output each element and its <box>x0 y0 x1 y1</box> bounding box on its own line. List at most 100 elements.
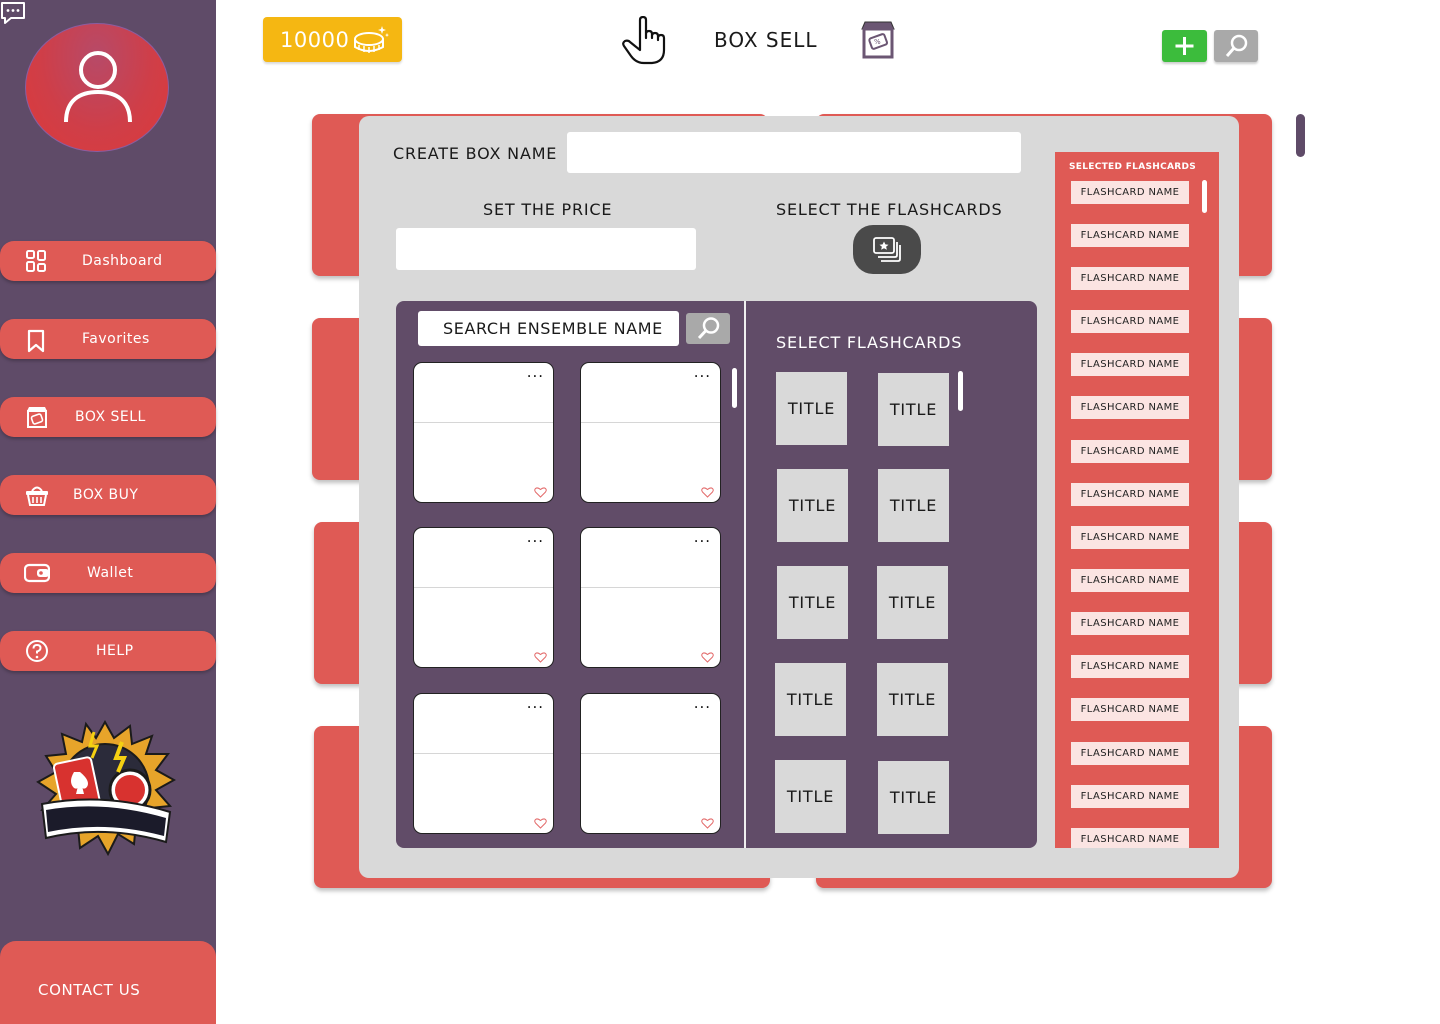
selected-flashcard-item[interactable]: FLASHCARD NAME <box>1071 224 1189 247</box>
selected-flashcards-title: SELECTED FLASHCARDS <box>1069 162 1197 172</box>
flashcards-scrollbar[interactable] <box>958 371 963 411</box>
add-button[interactable] <box>1162 30 1207 62</box>
selected-flashcard-item[interactable]: FLASHCARD NAME <box>1071 828 1189 848</box>
flashcard-title-card[interactable]: TITLE <box>775 760 846 833</box>
create-box-name-label: CREATE BOX NAME <box>393 144 558 163</box>
sidebar-item-favorites[interactable]: Favorites <box>0 319 216 359</box>
select-flashcards-title: SELECT FLASHCARDS <box>776 333 963 352</box>
contact-us-button[interactable]: CONTACT US <box>0 941 216 1024</box>
selected-flashcard-item[interactable]: FLASHCARD NAME <box>1071 698 1189 721</box>
user-icon <box>64 51 132 123</box>
selected-flashcard-item[interactable]: FLASHCARD NAME <box>1071 785 1189 808</box>
ensemble-scrollbar[interactable] <box>732 368 737 408</box>
selected-flashcard-item[interactable]: FLASHCARD NAME <box>1071 396 1189 419</box>
selected-flashcard-item[interactable]: FLASHCARD NAME <box>1071 267 1189 290</box>
selected-flashcard-item[interactable]: FLASHCARD NAME <box>1071 569 1189 592</box>
search-icon <box>697 317 720 340</box>
shop-icon <box>27 407 47 428</box>
selected-flashcard-item[interactable]: FLASHCARD NAME <box>1071 310 1189 333</box>
flash-pomo-logo <box>36 720 176 857</box>
selected-flashcard-item[interactable]: FLASHCARD NAME <box>1071 181 1189 204</box>
flashcard-title-card[interactable]: TITLE <box>775 663 846 736</box>
sidebar-item-box-sell[interactable]: BOX SELL <box>0 397 216 437</box>
wallet-icon <box>24 563 50 583</box>
svg-text:%: % <box>874 38 881 46</box>
sidebar-item-wallet[interactable]: Wallet <box>0 553 216 593</box>
selected-flashcard-item[interactable]: FLASHCARD NAME <box>1071 612 1189 635</box>
card-divider <box>414 587 553 588</box>
card-divider <box>581 753 720 754</box>
search-icon <box>1225 34 1248 57</box>
sidebar-item-label: Wallet <box>87 565 134 581</box>
coin-stack-icon <box>354 26 389 53</box>
flashcard-title-card[interactable]: TITLE <box>878 761 949 834</box>
coin-balance[interactable]: 10000 <box>263 17 402 62</box>
panel-divider <box>744 301 746 848</box>
ensemble-card[interactable]: ... <box>580 362 721 503</box>
flashcard-title-card[interactable]: TITLE <box>776 372 847 445</box>
ensemble-search-button[interactable] <box>686 313 730 344</box>
sidebar: Dashboard Favorites BOX SELL BOX BUY Wal… <box>0 0 216 1024</box>
contact-us-label: CONTACT US <box>38 981 141 999</box>
ensemble-card[interactable]: ... <box>413 527 554 668</box>
more-options-icon[interactable]: ... <box>694 530 711 545</box>
ensemble-search-input[interactable]: SEARCH ENSEMBLE NAME <box>418 311 679 346</box>
flashcards-icon <box>873 237 901 262</box>
flashcard-title-card[interactable]: TITLE <box>777 469 848 542</box>
sidebar-item-label: BOX BUY <box>73 487 139 503</box>
coin-balance-value: 10000 <box>280 28 350 52</box>
ensemble-card[interactable]: ... <box>413 362 554 503</box>
more-options-icon[interactable]: ... <box>527 696 544 711</box>
more-options-icon[interactable]: ... <box>527 530 544 545</box>
ensemble-card[interactable]: ... <box>413 693 554 834</box>
sidebar-item-box-buy[interactable]: BOX BUY <box>0 475 216 515</box>
flashcard-title-card[interactable]: TITLE <box>878 469 949 542</box>
selected-flashcard-item[interactable]: FLASHCARD NAME <box>1071 742 1189 765</box>
selected-flashcard-item[interactable]: FLASHCARD NAME <box>1071 655 1189 678</box>
sidebar-item-label: BOX SELL <box>75 409 146 425</box>
sidebar-item-dashboard[interactable]: Dashboard <box>0 241 216 281</box>
flashcard-title-card[interactable]: TITLE <box>877 663 948 736</box>
pointer-hand-icon <box>622 16 666 65</box>
heart-icon[interactable] <box>701 652 714 663</box>
heart-icon[interactable] <box>701 487 714 498</box>
selected-scrollbar[interactable] <box>1202 180 1207 213</box>
page-scrollbar[interactable] <box>1296 114 1305 157</box>
heart-icon[interactable] <box>534 652 547 663</box>
select-flashcards-label: SELECT THE FLASHCARDS <box>776 200 1003 219</box>
sidebar-item-label: HELP <box>96 643 134 659</box>
flashcard-picker-panel: SEARCH ENSEMBLE NAME ... ... ... ... ...… <box>396 301 1037 848</box>
selected-flashcard-item[interactable]: FLASHCARD NAME <box>1071 483 1189 506</box>
selected-flashcard-item[interactable]: FLASHCARD NAME <box>1071 353 1189 376</box>
more-options-icon[interactable]: ... <box>694 696 711 711</box>
more-options-icon[interactable]: ... <box>527 365 544 380</box>
flashcard-title-card[interactable]: TITLE <box>877 566 948 639</box>
heart-icon[interactable] <box>534 487 547 498</box>
chat-icon <box>1 2 25 24</box>
ensemble-card[interactable]: ... <box>580 527 721 668</box>
bookmark-icon <box>27 329 45 353</box>
sidebar-item-label: Dashboard <box>82 253 163 269</box>
sidebar-item-help[interactable]: HELP <box>0 631 216 671</box>
heart-icon[interactable] <box>701 818 714 829</box>
flashcard-title-card[interactable]: TITLE <box>777 566 848 639</box>
selected-flashcard-item[interactable]: FLASHCARD NAME <box>1071 526 1189 549</box>
card-divider <box>414 422 553 423</box>
card-divider <box>581 587 720 588</box>
selected-flashcard-item[interactable]: FLASHCARD NAME <box>1071 440 1189 463</box>
box-name-input[interactable] <box>567 132 1021 173</box>
heart-icon[interactable] <box>534 818 547 829</box>
ensemble-card[interactable]: ... <box>580 693 721 834</box>
help-icon <box>26 640 48 662</box>
flashcard-title-card[interactable]: TITLE <box>878 373 949 446</box>
search-button[interactable] <box>1214 30 1258 62</box>
more-options-icon[interactable]: ... <box>694 365 711 380</box>
basket-icon <box>26 486 48 506</box>
profile-avatar[interactable] <box>25 23 169 152</box>
card-divider <box>581 422 720 423</box>
price-input[interactable] <box>396 228 696 270</box>
select-flashcards-button[interactable] <box>853 225 921 274</box>
shop-icon: % <box>861 21 895 59</box>
set-price-label: SET THE PRICE <box>483 200 613 219</box>
page-title: BOX SELL <box>714 28 818 52</box>
